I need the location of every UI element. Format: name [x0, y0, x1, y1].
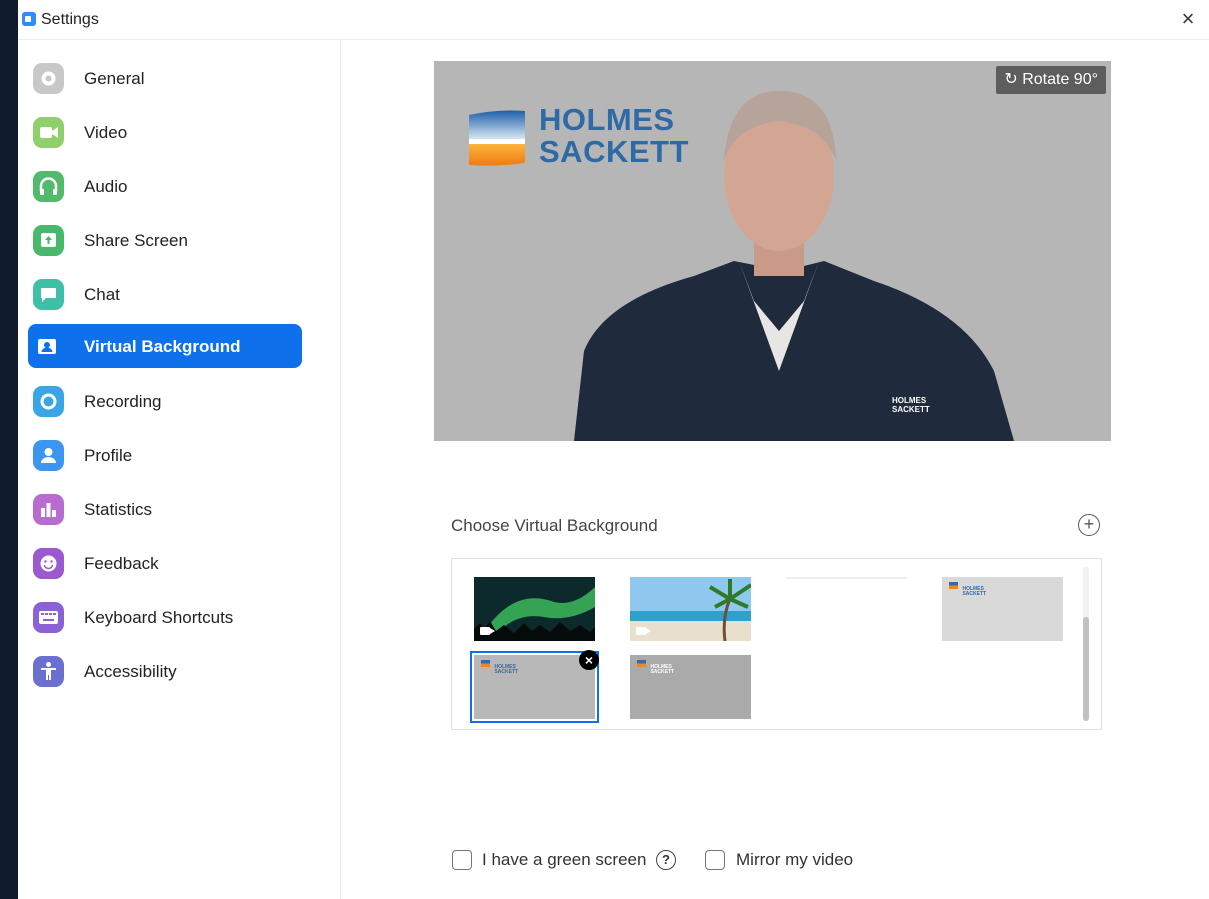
window-title: Settings — [41, 11, 99, 28]
video-camera-icon — [480, 627, 495, 635]
logo-line-2: SACKETT — [494, 669, 519, 675]
accessibility-icon — [33, 656, 64, 687]
background-gallery: HOLMES SACKETT HOLMES SACKETT HOLMES SAC… — [451, 558, 1102, 730]
gear-icon — [33, 63, 64, 94]
logo-mark — [481, 660, 490, 667]
sidebar-item-label: General — [84, 69, 145, 88]
chat-icon — [33, 279, 64, 310]
choose-background-label: Choose Virtual Background — [451, 516, 658, 535]
sidebar-item-label: Keyboard Shortcuts — [84, 608, 234, 627]
person-video — [574, 91, 1014, 441]
shirt-logo: HOLMES SACKETT — [892, 396, 930, 414]
sidebar-item-video[interactable]: Video — [28, 110, 302, 154]
logo-line-2: SACKETT — [962, 591, 987, 597]
sidebar-item-label: Profile — [84, 446, 133, 465]
shirt-logo-line-2: SACKETT — [892, 405, 930, 414]
sidebar-item-general[interactable]: General — [28, 56, 302, 100]
sidebar-item-label: Accessibility — [84, 662, 177, 681]
sidebar-item-chat[interactable]: Chat — [28, 272, 302, 316]
rotate-button[interactable]: ↻ Rotate 90° — [996, 66, 1106, 94]
sidebar-item-label: Video — [84, 123, 128, 142]
sidebar-item-profile[interactable]: Profile — [28, 433, 302, 477]
sidebar-item-audio[interactable]: Audio — [28, 164, 302, 208]
thumb-logo: HOLMES SACKETT — [949, 582, 986, 600]
sidebar-item-recording[interactable]: Recording — [28, 379, 302, 423]
logo-mark — [637, 660, 646, 667]
video-camera-icon — [636, 627, 651, 635]
video-camera-icon — [33, 117, 64, 148]
sidebar-item-label: Share Screen — [84, 231, 188, 250]
rotate-label: Rotate 90° — [1022, 71, 1098, 88]
mirror-video-checkbox[interactable] — [705, 850, 725, 870]
zoom-app-icon — [22, 12, 36, 26]
sidebar-item-share-screen[interactable]: Share Screen — [28, 218, 302, 262]
background-thumb-logo-selected[interactable]: HOLMES SACKETT — [470, 651, 599, 723]
logo-mark — [949, 582, 958, 589]
sidebar-item-label: Statistics — [84, 500, 153, 519]
sidebar-item-keyboard-shortcuts[interactable]: Keyboard Shortcuts — [28, 595, 302, 639]
share-screen-icon — [33, 225, 64, 256]
thumb-logo: HOLMES SACKETT — [481, 660, 518, 678]
sidebar-item-feedback[interactable]: Feedback — [28, 541, 302, 585]
logo-line-2: SACKETT — [650, 669, 675, 675]
record-icon — [33, 386, 64, 417]
close-button[interactable]: × — [1175, 6, 1201, 32]
rotate-icon: ↻ — [1004, 71, 1018, 88]
sidebar-item-label: Feedback — [84, 554, 159, 573]
sidebar-item-label: Audio — [84, 177, 128, 196]
shirt-logo-line-1: HOLMES — [892, 396, 927, 405]
remove-background-button[interactable]: × — [579, 650, 599, 670]
sidebar-item-label: Recording — [84, 392, 162, 411]
bar-chart-icon — [33, 494, 64, 525]
video-preview: HOLMES SACKETT HOLMES SACKETT ↻ Rotate 9… — [434, 61, 1111, 441]
background-thumb-beach[interactable] — [630, 577, 751, 641]
settings-sidebar: General Video Audio Share Screen Chat Vi… — [18, 40, 341, 899]
sidebar-item-virtual-background[interactable]: Virtual Background — [28, 324, 302, 368]
sidebar-item-label: Virtual Background — [84, 337, 241, 356]
person-card-icon — [33, 331, 64, 362]
background-thumb-logo-dark[interactable]: HOLMES SACKETT — [630, 655, 751, 719]
scrollbar-thumb[interactable] — [1083, 617, 1089, 721]
mirror-video-label[interactable]: Mirror my video — [736, 850, 853, 870]
green-screen-checkbox[interactable] — [452, 850, 472, 870]
logo-graphic — [469, 110, 525, 166]
sidebar-item-accessibility[interactable]: Accessibility — [28, 649, 302, 693]
profile-icon — [33, 440, 64, 471]
background-thumb-logo-light[interactable]: HOLMES SACKETT — [942, 577, 1063, 641]
thumb-logo: HOLMES SACKETT — [637, 660, 674, 678]
sidebar-item-label: Chat — [84, 285, 120, 304]
background-thumb-blank[interactable] — [786, 577, 907, 579]
gallery-scrollbar[interactable] — [1083, 567, 1089, 721]
green-screen-label[interactable]: I have a green screen — [482, 850, 646, 870]
settings-window: Settings × General Video Audio Share Scr… — [18, 0, 1209, 899]
add-background-button[interactable]: + — [1078, 514, 1100, 536]
help-icon[interactable]: ? — [656, 850, 676, 870]
keyboard-icon — [33, 602, 64, 633]
background-thumb-aurora[interactable] — [474, 577, 595, 641]
sidebar-item-statistics[interactable]: Statistics — [28, 487, 302, 531]
headphones-icon — [33, 171, 64, 202]
title-bar: Settings × — [18, 0, 1209, 40]
smiley-icon — [33, 548, 64, 579]
